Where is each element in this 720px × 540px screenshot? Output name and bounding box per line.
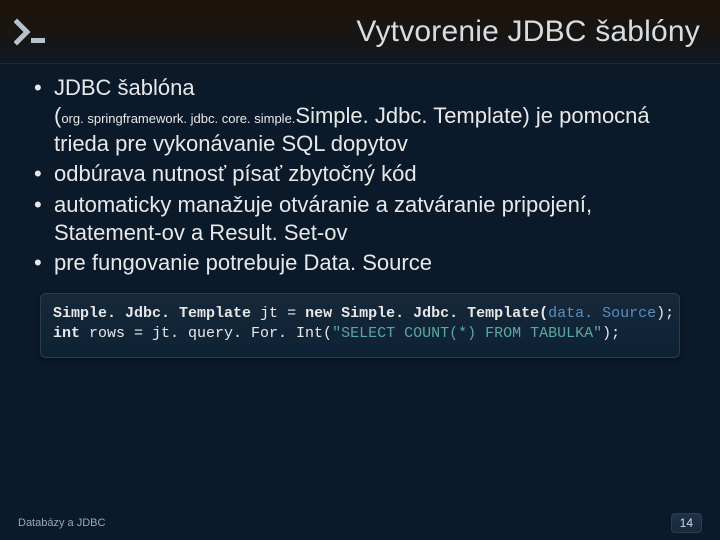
- page-number: 14: [671, 513, 702, 533]
- bullet-item: odbúrava nutnosť písať zbytočný kód: [28, 160, 692, 188]
- code-text: = jt. query. For. Int(: [134, 325, 332, 342]
- bullet-text: JDBC šablóna: [54, 75, 195, 100]
- class-name: Data. Source: [304, 250, 432, 275]
- code-text: );: [602, 325, 620, 342]
- code-keyword: new: [305, 305, 332, 322]
- slide-title: Vytvorenie JDBC šablóny: [356, 15, 700, 49]
- bullet-item: JDBC šablóna (org. springframework. jdbc…: [28, 74, 692, 158]
- code-text: rows: [80, 325, 134, 342]
- slide-content: JDBC šablóna (org. springframework. jdbc…: [0, 64, 720, 540]
- code-string: "SELECT COUNT(*) FROM TABULKA": [332, 325, 602, 342]
- code-text: jt: [251, 305, 287, 322]
- code-variable: data. Source: [548, 305, 656, 322]
- prompt-icon: [14, 18, 54, 46]
- class-name: Simple. Jdbc. Template: [295, 103, 522, 128]
- code-text: );: [656, 305, 674, 322]
- bullet-text: automaticky manažuje otváranie a zatvára…: [54, 192, 592, 245]
- package-path: org. springframework. jdbc. core. simple…: [61, 111, 295, 126]
- bullet-text: pre fungovanie potrebuje: [54, 250, 304, 275]
- slide-footer: Databázy a JDBC 14: [0, 512, 720, 540]
- slide-header: Vytvorenie JDBC šablóny: [0, 0, 720, 64]
- code-type: Simple. Jdbc. Template: [53, 305, 251, 322]
- code-block: Simple. Jdbc. Template jt = new Simple. …: [40, 293, 680, 358]
- code-type: Simple. Jdbc. Template(: [332, 305, 548, 322]
- footer-label: Databázy a JDBC: [18, 517, 105, 529]
- bullet-item: pre fungovanie potrebuje Data. Source: [28, 249, 692, 277]
- code-text: =: [287, 305, 305, 322]
- bullet-item: automaticky manažuje otváranie a zatvára…: [28, 191, 692, 247]
- code-keyword: int: [53, 325, 80, 342]
- bullet-text: odbúrava nutnosť písať zbytočný kód: [54, 161, 417, 186]
- bullet-list: JDBC šablóna (org. springframework. jdbc…: [28, 74, 692, 277]
